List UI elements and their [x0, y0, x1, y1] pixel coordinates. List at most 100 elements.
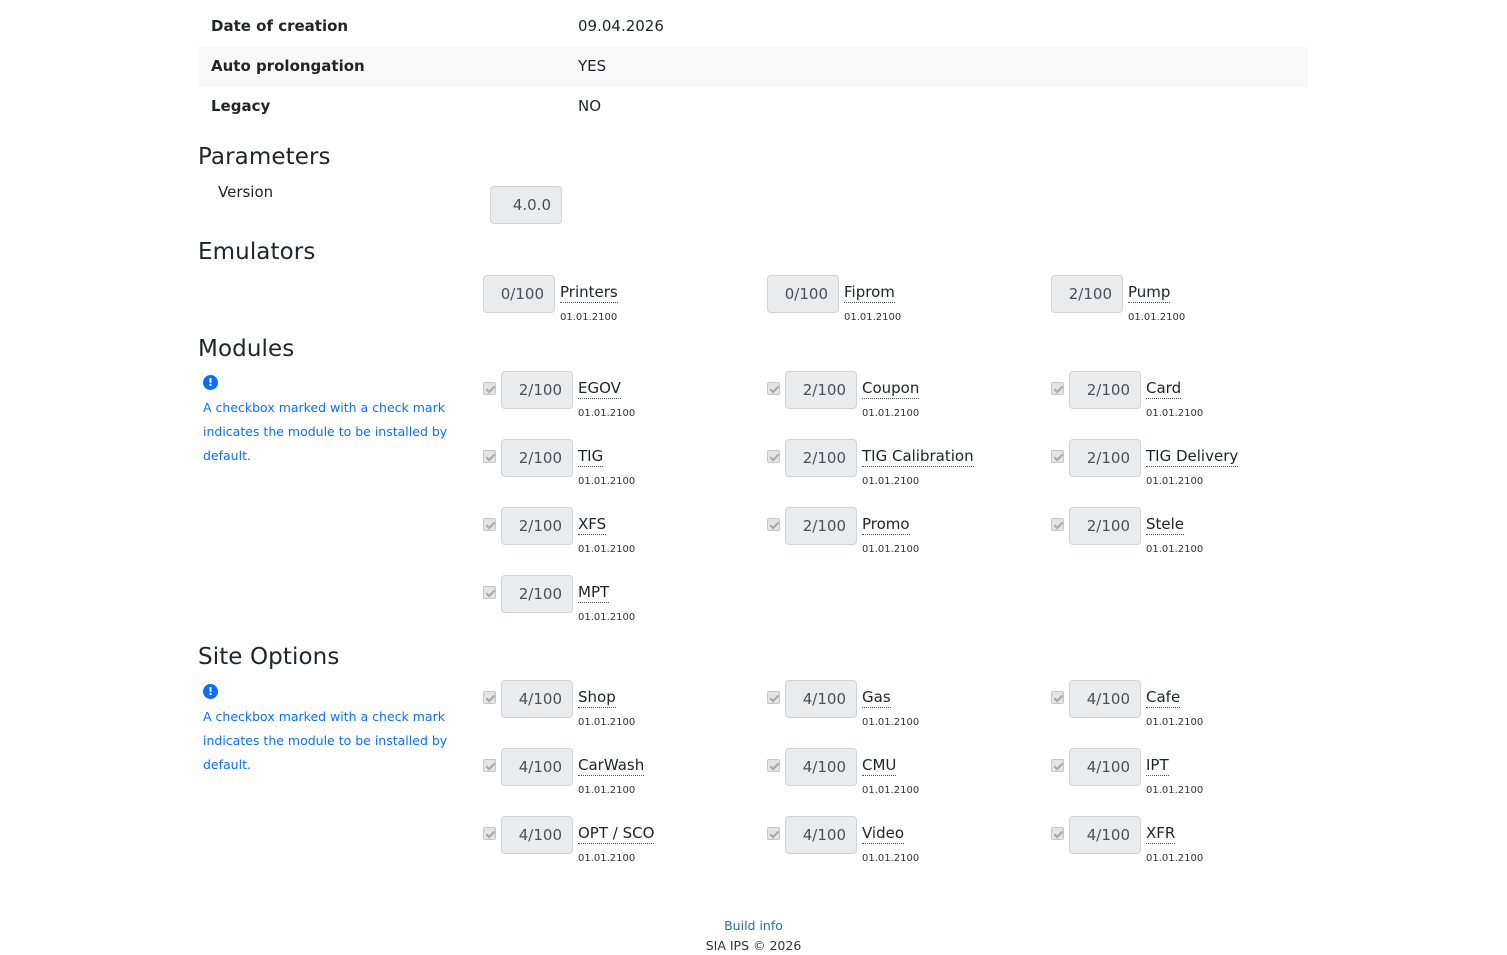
site-option-name[interactable]: Cafe — [1146, 688, 1181, 708]
module-name[interactable]: Coupon — [862, 379, 920, 399]
module-name[interactable]: MPT — [578, 583, 610, 603]
module-name[interactable]: Card — [1146, 379, 1182, 399]
site-option-name[interactable]: XFR — [1146, 824, 1176, 844]
default-install-checkbox[interactable] — [483, 827, 496, 840]
default-install-checkbox[interactable] — [483, 518, 496, 531]
count-field: 4/100 — [1069, 816, 1141, 854]
default-install-checkbox[interactable] — [1051, 759, 1064, 772]
count-field: 2/100 — [785, 439, 857, 477]
count-field: 4/100 — [785, 680, 857, 718]
expiry-date: 01.01.2100 — [1128, 312, 1186, 323]
count-field: 2/100 — [501, 507, 573, 545]
expiry-date: 01.01.2100 — [862, 785, 920, 796]
info-icon: ! — [203, 375, 218, 390]
default-install-checkbox[interactable] — [767, 518, 780, 531]
info-row-legacy: Legacy NO — [198, 87, 1308, 127]
site-option-name[interactable]: CarWash — [578, 756, 645, 776]
info-label: Legacy — [211, 97, 271, 115]
site-option-name[interactable]: Video — [862, 824, 905, 844]
hint-line: indicates the module to be installed by … — [203, 424, 448, 463]
hint-line: A checkbox marked with a check mark — [203, 709, 445, 724]
default-install-checkbox[interactable] — [1051, 450, 1064, 463]
default-install-checkbox[interactable] — [767, 827, 780, 840]
count-field: 2/100 — [1069, 507, 1141, 545]
count-field: 4/100 — [501, 680, 573, 718]
info-label: Auto prolongation — [211, 57, 365, 75]
module-name[interactable]: Promo — [862, 515, 910, 535]
expiry-date: 01.01.2100 — [1146, 717, 1204, 728]
site-options-heading: Site Options — [198, 644, 340, 670]
count-field: 2/100 — [1069, 371, 1141, 409]
expiry-date: 01.01.2100 — [578, 785, 636, 796]
count-field: 4/100 — [785, 816, 857, 854]
expiry-date: 01.01.2100 — [1146, 785, 1204, 796]
default-install-checkbox[interactable] — [767, 691, 780, 704]
default-install-checkbox[interactable] — [1051, 382, 1064, 395]
expiry-date: 01.01.2100 — [578, 853, 636, 864]
default-install-checkbox[interactable] — [1051, 518, 1064, 531]
expiry-date: 01.01.2100 — [862, 853, 920, 864]
default-install-checkbox[interactable] — [1051, 691, 1064, 704]
info-value: NO — [578, 97, 602, 115]
count-field: 2/100 — [501, 575, 573, 613]
count-field: 2/100 — [785, 507, 857, 545]
modules-heading: Modules — [198, 336, 295, 362]
info-row-date: Date of creation 09.04.2026 — [198, 7, 1308, 47]
expiry-date: 01.01.2100 — [862, 408, 920, 419]
default-install-checkbox[interactable] — [1051, 827, 1064, 840]
expiry-date: 01.01.2100 — [578, 612, 636, 623]
count-field: 0/100 — [767, 275, 839, 313]
default-install-checkbox[interactable] — [483, 759, 496, 772]
default-install-checkbox[interactable] — [767, 759, 780, 772]
module-name[interactable]: TIG Calibration — [862, 447, 974, 467]
site-option-name[interactable]: Shop — [578, 688, 616, 708]
default-install-checkbox[interactable] — [483, 586, 496, 599]
default-install-checkbox[interactable] — [767, 382, 780, 395]
default-install-checkbox[interactable] — [483, 691, 496, 704]
module-name[interactable]: Stele — [1146, 515, 1185, 535]
count-field: 4/100 — [1069, 680, 1141, 718]
expiry-date: 01.01.2100 — [578, 717, 636, 728]
expiry-date: 01.01.2100 — [1146, 408, 1204, 419]
site-options-hint: A checkbox marked with a check mark indi… — [203, 705, 483, 777]
expiry-date: 01.01.2100 — [862, 544, 920, 555]
hint-line: indicates the module to be installed by … — [203, 733, 448, 772]
count-field: 2/100 — [1051, 275, 1123, 313]
count-field: 4/100 — [501, 816, 573, 854]
count-field: 4/100 — [785, 748, 857, 786]
copyright: SIA IPS © 2026 — [705, 938, 802, 953]
hint-line: A checkbox marked with a check mark — [203, 400, 445, 415]
count-field: 0/100 — [483, 275, 555, 313]
info-value: YES — [578, 57, 607, 75]
count-field: 2/100 — [785, 371, 857, 409]
default-install-checkbox[interactable] — [483, 450, 496, 463]
site-option-name[interactable]: CMU — [862, 756, 897, 776]
info-row-auto-prolongation: Auto prolongation YES — [198, 47, 1308, 87]
module-name[interactable]: EGOV — [578, 379, 621, 399]
module-name[interactable]: TIG — [578, 447, 604, 467]
module-name[interactable]: XFS — [578, 515, 607, 535]
count-field: 4/100 — [501, 748, 573, 786]
info-icon: ! — [203, 684, 218, 699]
expiry-date: 01.01.2100 — [578, 408, 636, 419]
site-option-name[interactable]: IPT — [1146, 756, 1169, 776]
build-info-link[interactable]: Build info — [0, 918, 1507, 933]
module-name[interactable]: TIG Delivery — [1146, 447, 1239, 467]
count-field: 2/100 — [1069, 439, 1141, 477]
default-install-checkbox[interactable] — [767, 450, 780, 463]
expiry-date: 01.01.2100 — [578, 476, 636, 487]
emulator-name[interactable]: Pump — [1128, 283, 1171, 303]
expiry-date: 01.01.2100 — [1146, 544, 1204, 555]
default-install-checkbox[interactable] — [483, 382, 496, 395]
expiry-date: 01.01.2100 — [862, 717, 920, 728]
expiry-date: 01.01.2100 — [560, 312, 618, 323]
site-option-name[interactable]: OPT / SCO — [578, 824, 655, 844]
emulator-name[interactable]: Printers — [560, 283, 618, 303]
count-field: 2/100 — [501, 371, 573, 409]
site-option-name[interactable]: Gas — [862, 688, 891, 708]
version-label: Version — [218, 183, 274, 201]
info-label: Date of creation — [211, 17, 349, 35]
parameters-heading: Parameters — [198, 144, 331, 170]
emulator-name[interactable]: Fiprom — [844, 283, 895, 303]
count-field: 2/100 — [501, 439, 573, 477]
